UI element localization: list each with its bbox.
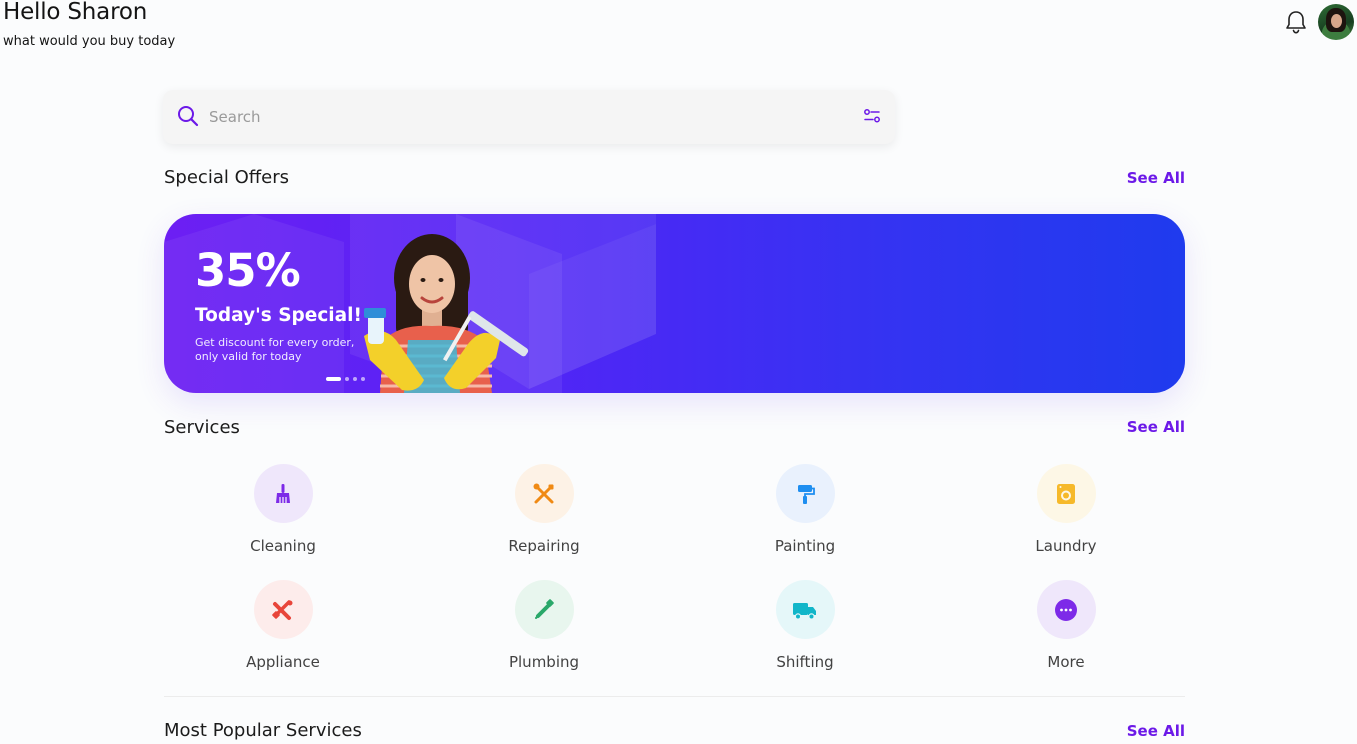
service-label: Plumbing: [508, 653, 580, 671]
bell-icon[interactable]: [1284, 9, 1308, 35]
tools-icon: [514, 464, 574, 523]
service-label: Laundry: [1035, 537, 1097, 555]
services-see-all[interactable]: See All: [1127, 418, 1185, 436]
service-label: Repairing: [508, 537, 580, 555]
greeting-title: Hello Sharon: [3, 0, 148, 25]
service-more[interactable]: More: [996, 580, 1136, 671]
carousel-dot[interactable]: [361, 377, 365, 381]
avatar[interactable]: [1318, 4, 1354, 40]
service-laundry[interactable]: Laundry: [996, 464, 1136, 555]
washing-machine-icon: [1036, 464, 1096, 523]
search-icon: [177, 105, 199, 127]
banner-percent: 35%: [195, 244, 301, 297]
avatar-face: [1331, 14, 1342, 28]
service-appliance[interactable]: Appliance: [213, 580, 353, 671]
more-icon: [1036, 580, 1096, 639]
popular-services-title: Most Popular Services: [164, 720, 362, 741]
service-label: Shifting: [776, 653, 834, 671]
service-shifting[interactable]: Shifting: [735, 580, 875, 671]
carousel-dot[interactable]: [326, 377, 341, 381]
search-bar[interactable]: [163, 90, 895, 144]
special-offers-see-all[interactable]: See All: [1127, 169, 1185, 187]
plumbing-icon: [514, 580, 574, 639]
service-label: Cleaning: [250, 537, 316, 555]
search-input[interactable]: [207, 106, 807, 128]
carousel-indicator[interactable]: [326, 376, 365, 382]
banner-headline: Today's Special!: [195, 305, 362, 326]
special-offer-banner[interactable]: 35% Today's Special! Get discount for ev…: [164, 214, 1185, 393]
services-title: Services: [164, 417, 240, 438]
service-repairing[interactable]: Repairing: [474, 464, 614, 555]
greeting-subtitle: what would you buy today: [3, 34, 176, 49]
special-offers-title: Special Offers: [164, 167, 289, 188]
service-cleaning[interactable]: Cleaning: [213, 464, 353, 555]
filter-icon[interactable]: [863, 107, 881, 125]
broom-icon: [253, 464, 313, 523]
service-label: Appliance: [246, 653, 320, 671]
service-plumbing[interactable]: Plumbing: [474, 580, 614, 671]
carousel-dot[interactable]: [345, 377, 349, 381]
banner-description: Get discount for every order, only valid…: [195, 336, 355, 363]
service-label: More: [1047, 653, 1085, 671]
cleaning-woman-image: [364, 234, 529, 393]
popular-services-see-all[interactable]: See All: [1127, 722, 1185, 740]
truck-icon: [775, 580, 835, 639]
service-label: Painting: [774, 537, 836, 555]
paint-roller-icon: [775, 464, 835, 523]
service-painting[interactable]: Painting: [735, 464, 875, 555]
carousel-dot[interactable]: [353, 377, 357, 381]
appliance-icon: [253, 580, 313, 639]
section-divider: [164, 696, 1185, 697]
